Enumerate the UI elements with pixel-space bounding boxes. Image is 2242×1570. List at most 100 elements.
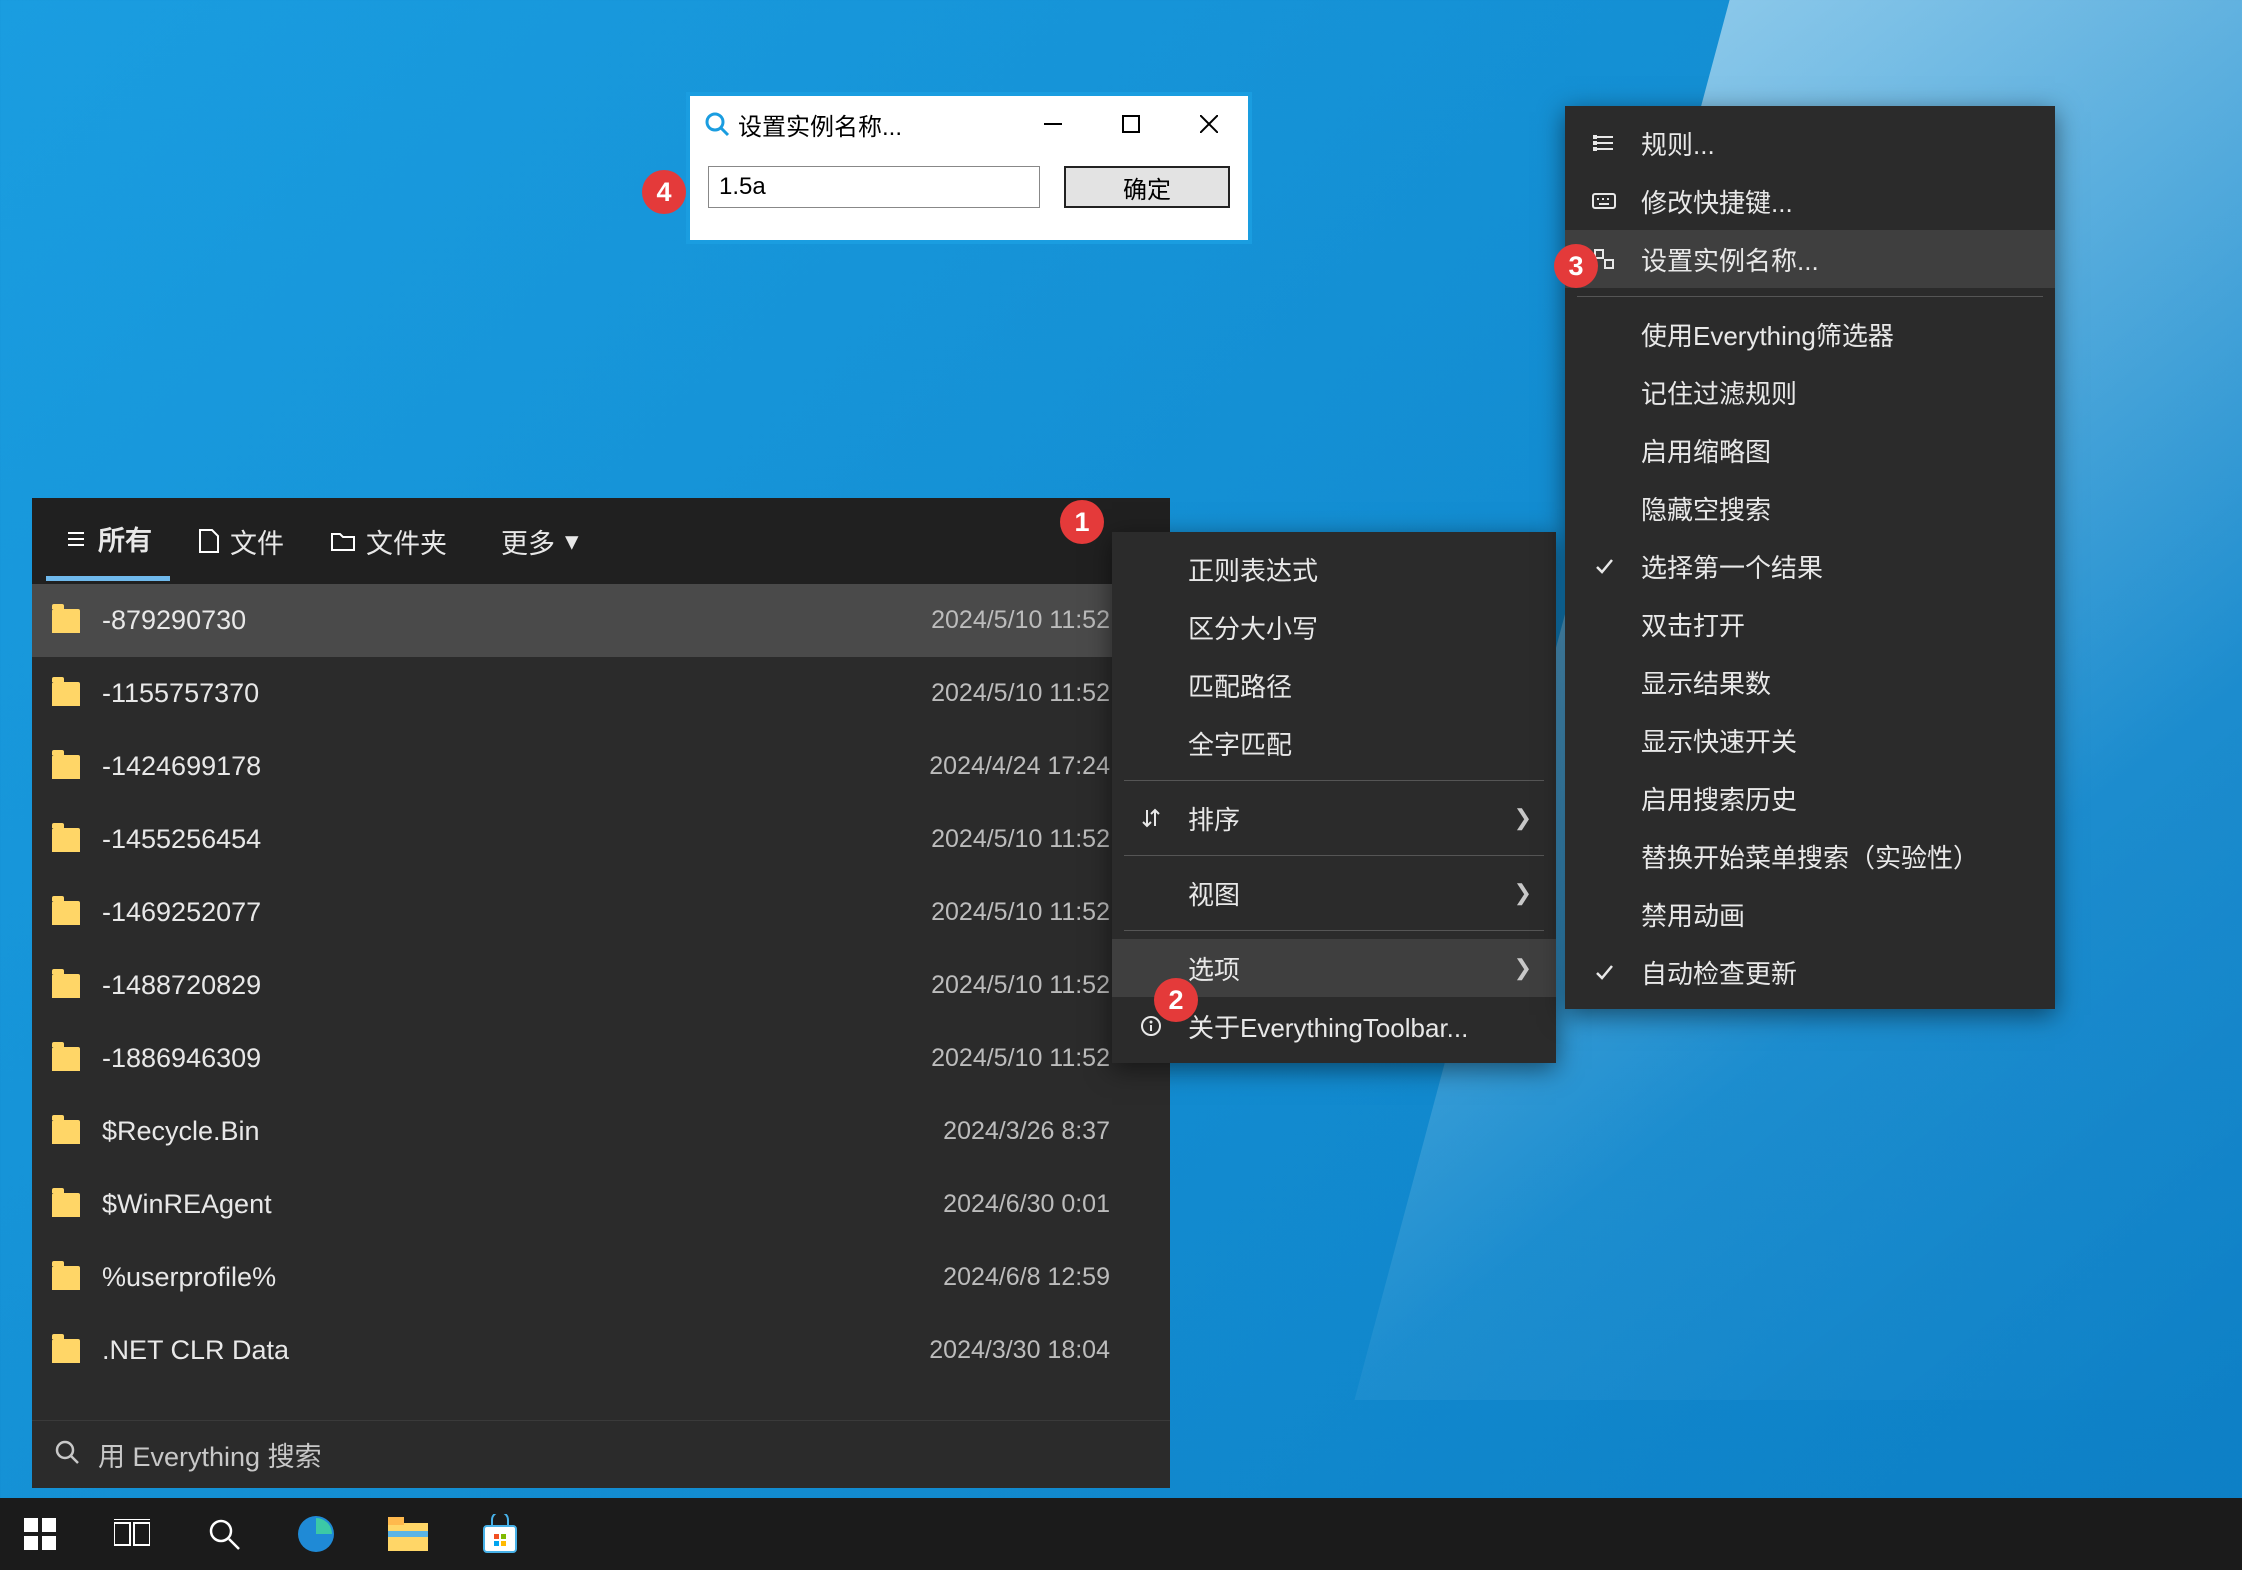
keyboard-icon — [1587, 193, 1621, 209]
dialog-title: 设置实例名称... — [738, 107, 902, 142]
folder-outline-icon — [330, 530, 356, 552]
menu-item[interactable]: 替换开始菜单搜索（实验性） — [1565, 827, 2055, 885]
microsoft-store-button[interactable] — [468, 1502, 532, 1566]
menu-item-label: 区分大小写 — [1188, 609, 1318, 646]
menu-item-label: 自动检查更新 — [1641, 954, 1797, 991]
context-menu-options: 规则...修改快捷键... 设置实例名称... 使用Everything筛选器记住过… — [1565, 106, 2055, 1009]
tab-文件[interactable]: 文件 — [180, 501, 302, 581]
search-bar[interactable]: 用 Everything 搜索 — [32, 1420, 1170, 1488]
result-row[interactable]: -14887208292024/5/10 11:52 — [32, 949, 1170, 1022]
menu-item-label: 启用搜索历史 — [1641, 780, 1797, 817]
row-date: 2024/6/8 12:59 — [943, 1263, 1150, 1292]
tabs-bar: 所有文件文件夹 更多 ▾ ⋯ — [32, 498, 1170, 584]
menu-item-label: 正则表达式 — [1188, 551, 1318, 588]
tab-所有[interactable]: 所有 — [46, 501, 170, 581]
more-dropdown[interactable]: 更多 ▾ — [483, 504, 597, 579]
menu-item[interactable]: 启用搜索历史 — [1565, 769, 2055, 827]
set-instance-name-dialog: 设置实例名称... 确定 — [686, 92, 1252, 244]
minimize-button[interactable] — [1014, 96, 1092, 152]
list-icon — [64, 527, 88, 551]
menu-item[interactable]: 启用缩略图 — [1565, 421, 2055, 479]
menu-item-label: 隐藏空搜索 — [1641, 490, 1771, 527]
result-row[interactable]: -8792907302024/5/10 11:52 — [32, 584, 1170, 657]
menu-item[interactable]: 显示结果数 — [1565, 653, 2055, 711]
menu-item-label: 排序 — [1188, 800, 1240, 837]
folder-icon — [52, 974, 80, 998]
task-view-button[interactable] — [100, 1502, 164, 1566]
sort-icon — [1134, 807, 1168, 829]
row-name: -879290730 — [102, 605, 931, 636]
chevron-right-icon: ❯ — [1514, 805, 1532, 831]
menu-item[interactable]: 匹配路径 — [1112, 656, 1556, 714]
menu-item[interactable]: 区分大小写 — [1112, 598, 1556, 656]
search-button[interactable] — [192, 1502, 256, 1566]
menu-item[interactable]: 使用Everything筛选器 — [1565, 305, 2055, 363]
instance-name-input[interactable] — [708, 166, 1040, 208]
row-name: $WinREAgent — [102, 1189, 943, 1220]
tab-文件夹[interactable]: 文件夹 — [312, 501, 465, 581]
menu-item[interactable]: 双击打开 — [1565, 595, 2055, 653]
menu-item[interactable]: 视图❯ — [1112, 864, 1556, 922]
result-row[interactable]: .NET CLR Data2024/3/30 18:04 — [32, 1314, 1170, 1387]
result-list: -8792907302024/5/10 11:52-11557573702024… — [32, 584, 1170, 1420]
menu-separator — [1124, 780, 1544, 781]
menu-item[interactable]: 隐藏空搜索 — [1565, 479, 2055, 537]
row-name: -1455256454 — [102, 824, 931, 855]
result-row[interactable]: -11557573702024/5/10 11:52 — [32, 657, 1170, 730]
menu-item[interactable]: 排序 ❯ — [1112, 789, 1556, 847]
results-panel: 所有文件文件夹 更多 ▾ ⋯ -8792907302024/5/10 11:52… — [32, 498, 1170, 1488]
file-icon — [198, 528, 220, 554]
tab-label: 所有 — [98, 519, 152, 558]
rules-icon — [1587, 134, 1621, 152]
check-icon — [1587, 556, 1621, 576]
menu-item-label: 双击打开 — [1641, 606, 1745, 643]
menu-item[interactable]: 记住过滤规则 — [1565, 363, 2055, 421]
menu-item[interactable]: 修改快捷键... — [1565, 172, 2055, 230]
result-row[interactable]: -14246991782024/4/24 17:24 — [32, 730, 1170, 803]
result-row[interactable]: %userprofile%2024/6/8 12:59 — [32, 1241, 1170, 1314]
dialog-titlebar[interactable]: 设置实例名称... — [690, 96, 1248, 152]
row-name: -1488720829 — [102, 970, 931, 1001]
menu-item[interactable]: 禁用动画 — [1565, 885, 2055, 943]
result-row[interactable]: -14552564542024/5/10 11:52 — [32, 803, 1170, 876]
menu-item-label: 设置实例名称... — [1641, 241, 1819, 278]
folder-icon — [52, 1193, 80, 1217]
menu-item[interactable]: 显示快速开关 — [1565, 711, 2055, 769]
row-date: 2024/3/26 8:37 — [943, 1117, 1150, 1146]
menu-item-label: 全字匹配 — [1188, 725, 1292, 762]
row-date: 2024/3/30 18:04 — [929, 1336, 1150, 1365]
result-row[interactable]: -18869463092024/5/10 11:52 — [32, 1022, 1170, 1095]
menu-item[interactable]: 规则... — [1565, 114, 2055, 172]
more-label: 更多 — [501, 522, 555, 561]
edge-browser-button[interactable] — [284, 1502, 348, 1566]
menu-item-label: 显示快速开关 — [1641, 722, 1797, 759]
menu-separator — [1124, 855, 1544, 856]
file-explorer-button[interactable] — [376, 1502, 440, 1566]
row-name: -1155757370 — [102, 678, 931, 709]
menu-item-label: 禁用动画 — [1641, 896, 1745, 933]
menu-item[interactable]: 正则表达式 — [1112, 540, 1556, 598]
start-button[interactable] — [8, 1502, 72, 1566]
row-date: 2024/6/30 0:01 — [943, 1190, 1150, 1219]
result-row[interactable]: $WinREAgent2024/6/30 0:01 — [32, 1168, 1170, 1241]
menu-item[interactable]: 选择第一个结果 — [1565, 537, 2055, 595]
ok-button[interactable]: 确定 — [1064, 166, 1230, 208]
menu-item-label: 替换开始菜单搜索（实验性） — [1641, 838, 1979, 875]
menu-item-label: 关于EverythingToolbar... — [1188, 1008, 1468, 1045]
result-row[interactable]: -14692520772024/5/10 11:52 — [32, 876, 1170, 949]
menu-item-label: 启用缩略图 — [1641, 432, 1771, 469]
result-row[interactable]: $Recycle.Bin2024/3/26 8:37 — [32, 1095, 1170, 1168]
step-badge-3: 3 — [1554, 244, 1598, 288]
folder-icon — [52, 1120, 80, 1144]
folder-icon — [52, 609, 80, 633]
menu-item[interactable]: 全字匹配 — [1112, 714, 1556, 772]
menu-item[interactable]: 自动检查更新 — [1565, 943, 2055, 1001]
folder-icon — [52, 755, 80, 779]
menu-item-label: 显示结果数 — [1641, 664, 1771, 701]
maximize-button[interactable] — [1092, 96, 1170, 152]
menu-item[interactable]: 设置实例名称... — [1565, 230, 2055, 288]
close-button[interactable] — [1170, 96, 1248, 152]
chevron-right-icon: ❯ — [1514, 955, 1532, 981]
row-name: $Recycle.Bin — [102, 1116, 943, 1147]
check-icon — [1587, 962, 1621, 982]
